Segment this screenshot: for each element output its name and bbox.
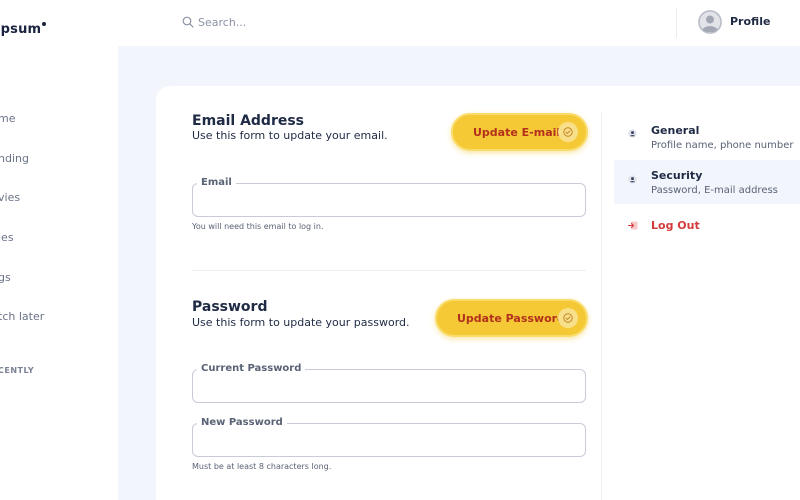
user-icon xyxy=(628,129,637,138)
email-field-hint: You will need this email to log in. xyxy=(192,222,324,231)
email-section-title: Email Address xyxy=(192,113,305,129)
user-icon xyxy=(628,175,637,184)
settings-menu-general-subtitle: Profile name, phone number xyxy=(651,140,794,151)
update-email-button-label: Update E-mail xyxy=(473,125,561,139)
current-password-field[interactable] xyxy=(192,369,586,403)
sidebar-item-watch-later[interactable]: tch later xyxy=(0,310,44,323)
sidebar-item-home[interactable]: me xyxy=(0,112,15,125)
app-logo[interactable]: ipsum xyxy=(0,22,47,37)
menu-divider xyxy=(601,112,602,500)
email-field[interactable] xyxy=(192,183,586,217)
update-password-button-label: Update Password xyxy=(457,311,565,325)
email-field-label: Email xyxy=(197,177,236,188)
sidebar-item-series[interactable]: ies xyxy=(0,231,14,244)
current-password-input[interactable] xyxy=(193,370,585,402)
sidebar-item-movies[interactable]: vies xyxy=(0,191,20,204)
new-password-hint: Must be at least 8 characters long. xyxy=(192,462,332,471)
new-password-field[interactable] xyxy=(192,423,586,457)
password-section-description: Use this form to update your password. xyxy=(192,316,410,329)
settings-menu-security-subtitle: Password, E-mail address xyxy=(651,185,778,196)
settings-menu-general[interactable]: General Profile name, phone number xyxy=(614,116,800,160)
update-password-button[interactable]: Update Password xyxy=(435,299,588,337)
settings-menu-general-title: General xyxy=(651,124,700,137)
search-icon xyxy=(182,16,194,28)
logo-text: ipsum xyxy=(0,22,42,37)
topbar-divider xyxy=(676,8,677,38)
profile-label[interactable]: Profile xyxy=(730,15,770,28)
section-divider xyxy=(192,270,586,271)
logout-link[interactable]: Log Out xyxy=(651,219,700,232)
sidebar-item-settings[interactable]: gs xyxy=(0,271,11,284)
check-circle-icon xyxy=(558,308,578,328)
sidebar-item-trending[interactable]: nding xyxy=(0,152,29,165)
user-avatar-icon[interactable] xyxy=(698,10,722,34)
update-email-button[interactable]: Update E-mail xyxy=(451,113,588,151)
check-circle-icon xyxy=(558,122,578,142)
top-bar: Profile xyxy=(118,0,800,46)
logout-icon[interactable] xyxy=(628,221,638,230)
new-password-label: New Password xyxy=(197,417,287,428)
email-section-description: Use this form to update your email. xyxy=(192,129,388,142)
email-input[interactable] xyxy=(193,184,585,216)
sidebar-section-recently: CENTLY xyxy=(0,366,35,375)
settings-menu-security-title: Security xyxy=(651,169,703,182)
current-password-label: Current Password xyxy=(197,363,306,374)
logo-dot xyxy=(42,22,47,26)
sidebar: ipsum me nding vies ies gs tch later CEN… xyxy=(0,0,118,500)
new-password-input[interactable] xyxy=(193,424,585,456)
search-input[interactable] xyxy=(198,12,498,32)
password-section-title: Password xyxy=(192,299,268,315)
settings-menu-security[interactable]: Security Password, E-mail address xyxy=(614,160,800,204)
